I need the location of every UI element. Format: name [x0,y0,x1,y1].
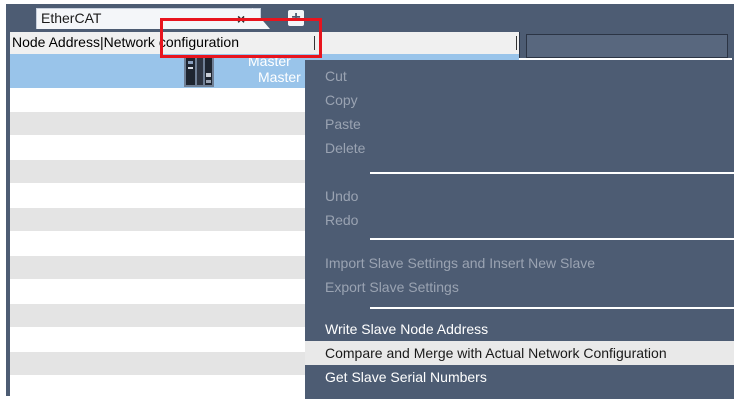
table-row[interactable] [10,304,308,328]
grid-header-label: Node Address|Network configuration [12,34,239,50]
column-divider[interactable] [516,36,517,50]
table-row[interactable] [10,376,308,396]
table-row[interactable] [10,280,308,304]
menu-separator [370,307,734,309]
side-panel [519,32,733,58]
menu-item-paste[interactable]: Paste [305,112,734,136]
master-name: Master [248,53,291,69]
table-row[interactable] [10,184,308,208]
table-row[interactable] [10,352,308,376]
master-model: Master [258,69,301,85]
menu-item-undo[interactable]: Undo [305,184,734,208]
menu-item-import-slave-settings[interactable]: Import Slave Settings and Insert New Sla… [305,251,734,275]
table-row[interactable] [10,208,308,232]
table-row[interactable] [10,136,308,160]
menu-item-copy[interactable]: Copy [305,88,734,112]
menu-item-delete[interactable]: Delete [305,136,734,160]
tab-ethercat-label: EtherCAT [41,10,102,26]
table-row[interactable] [10,328,308,352]
tab-notch [252,8,270,29]
close-icon[interactable]: × [237,11,245,27]
table-row[interactable] [10,232,308,256]
menu-item-get-slave-serial-numbers[interactable]: Get Slave Serial Numbers [305,365,734,389]
controller-icon [184,55,214,87]
column-divider[interactable] [314,36,315,50]
menu-item-compare-and-merge[interactable]: Compare and Merge with Actual Network Co… [305,341,734,365]
menu-separator [370,172,734,174]
menu-separator [370,238,734,240]
tab-ethercat[interactable]: EtherCAT × [36,8,261,29]
context-menu: Cut Copy Paste Delete Undo Redo Import S… [305,60,734,399]
table-row[interactable] [10,112,308,136]
table-row[interactable] [10,256,308,280]
menu-item-export-slave-settings[interactable]: Export Slave Settings [305,275,734,299]
add-tab-button[interactable]: + [288,10,304,26]
menu-item-cut[interactable]: Cut [305,64,734,88]
menu-item-write-slave-node-address[interactable]: Write Slave Node Address [305,317,734,341]
grid-header: Node Address|Network configuration [10,32,519,55]
table-row[interactable] [10,88,308,112]
table-row[interactable] [10,160,308,184]
menu-item-redo[interactable]: Redo [305,208,734,232]
